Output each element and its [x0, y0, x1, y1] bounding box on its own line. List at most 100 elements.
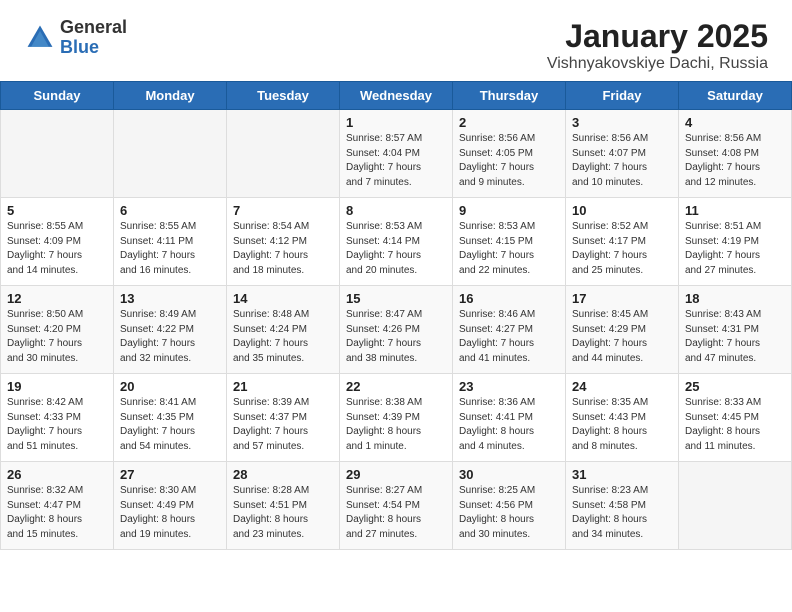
calendar-week-row: 5 Sunrise: 8:55 AM Sunset: 4:09 PM Daylig…: [1, 198, 792, 286]
calendar-cell: 23 Sunrise: 8:36 AM Sunset: 4:41 PM Dayli…: [453, 374, 566, 462]
day-info: Sunrise: 8:23 AM Sunset: 4:58 PM Dayligh…: [572, 484, 672, 542]
calendar-header-row: SundayMondayTuesdayWednesdayThursdayFrid…: [1, 82, 792, 110]
day-info: Sunrise: 8:41 AM Sunset: 4:35 PM Dayligh…: [120, 396, 220, 454]
calendar-cell: 4 Sunrise: 8:56 AM Sunset: 4:08 PM Daylig…: [679, 110, 792, 198]
day-info: Sunrise: 8:46 AM Sunset: 4:27 PM Dayligh…: [459, 308, 559, 366]
day-number: 5: [7, 203, 107, 218]
day-info: Sunrise: 8:52 AM Sunset: 4:17 PM Dayligh…: [572, 220, 672, 278]
page-header: General Blue January 2025 Vishnyakovskiy…: [0, 0, 792, 81]
day-info: Sunrise: 8:25 AM Sunset: 4:56 PM Dayligh…: [459, 484, 559, 542]
calendar-cell: 18 Sunrise: 8:43 AM Sunset: 4:31 PM Dayli…: [679, 286, 792, 374]
day-number: 12: [7, 291, 107, 306]
day-info: Sunrise: 8:55 AM Sunset: 4:11 PM Dayligh…: [120, 220, 220, 278]
calendar-cell: 12 Sunrise: 8:50 AM Sunset: 4:20 PM Dayli…: [1, 286, 114, 374]
day-info: Sunrise: 8:53 AM Sunset: 4:15 PM Dayligh…: [459, 220, 559, 278]
day-info: Sunrise: 8:39 AM Sunset: 4:37 PM Dayligh…: [233, 396, 333, 454]
logo-general-text: General: [60, 18, 127, 38]
calendar-location: Vishnyakovskiye Dachi, Russia: [547, 55, 768, 73]
calendar-cell: 30 Sunrise: 8:25 AM Sunset: 4:56 PM Dayli…: [453, 462, 566, 550]
day-number: 18: [685, 291, 785, 306]
calendar-cell: 28 Sunrise: 8:28 AM Sunset: 4:51 PM Dayli…: [227, 462, 340, 550]
title-block: January 2025 Vishnyakovskiye Dachi, Russ…: [547, 18, 768, 73]
calendar-cell: [114, 110, 227, 198]
calendar-week-row: 26 Sunrise: 8:32 AM Sunset: 4:47 PM Dayli…: [1, 462, 792, 550]
day-number: 16: [459, 291, 559, 306]
calendar-cell: 16 Sunrise: 8:46 AM Sunset: 4:27 PM Dayli…: [453, 286, 566, 374]
day-number: 11: [685, 203, 785, 218]
day-number: 4: [685, 115, 785, 130]
calendar-cell: 7 Sunrise: 8:54 AM Sunset: 4:12 PM Daylig…: [227, 198, 340, 286]
day-info: Sunrise: 8:32 AM Sunset: 4:47 PM Dayligh…: [7, 484, 107, 542]
day-info: Sunrise: 8:47 AM Sunset: 4:26 PM Dayligh…: [346, 308, 446, 366]
day-number: 13: [120, 291, 220, 306]
day-number: 26: [7, 467, 107, 482]
day-number: 15: [346, 291, 446, 306]
calendar-cell: 10 Sunrise: 8:52 AM Sunset: 4:17 PM Dayli…: [566, 198, 679, 286]
calendar-cell: 2Sunrise: 8:56 AM Sunset: 4:05 PM Daylig…: [453, 110, 566, 198]
calendar-week-row: 12 Sunrise: 8:50 AM Sunset: 4:20 PM Dayli…: [1, 286, 792, 374]
logo-text: General Blue: [60, 18, 127, 58]
day-info: Sunrise: 8:51 AM Sunset: 4:19 PM Dayligh…: [685, 220, 785, 278]
calendar-cell: 25 Sunrise: 8:33 AM Sunset: 4:45 PM Dayli…: [679, 374, 792, 462]
calendar-cell: 24Sunrise: 8:35 AM Sunset: 4:43 PM Dayli…: [566, 374, 679, 462]
calendar-cell: 14Sunrise: 8:48 AM Sunset: 4:24 PM Dayli…: [227, 286, 340, 374]
calendar-cell: 21 Sunrise: 8:39 AM Sunset: 4:37 PM Dayli…: [227, 374, 340, 462]
day-number: 6: [120, 203, 220, 218]
calendar-cell: 29Sunrise: 8:27 AM Sunset: 4:54 PM Dayli…: [340, 462, 453, 550]
day-info: Sunrise: 8:36 AM Sunset: 4:41 PM Dayligh…: [459, 396, 559, 454]
day-info: Sunrise: 8:45 AM Sunset: 4:29 PM Dayligh…: [572, 308, 672, 366]
day-number: 7: [233, 203, 333, 218]
day-number: 31: [572, 467, 672, 482]
day-number: 10: [572, 203, 672, 218]
logo-icon: [24, 22, 56, 54]
day-number: 20: [120, 379, 220, 394]
logo-blue-text: Blue: [60, 38, 127, 58]
day-number: 1: [346, 115, 446, 130]
calendar-title: January 2025: [547, 18, 768, 55]
day-info: Sunrise: 8:50 AM Sunset: 4:20 PM Dayligh…: [7, 308, 107, 366]
day-info: Sunrise: 8:49 AM Sunset: 4:22 PM Dayligh…: [120, 308, 220, 366]
day-number: 14: [233, 291, 333, 306]
day-number: 25: [685, 379, 785, 394]
calendar-cell: 26 Sunrise: 8:32 AM Sunset: 4:47 PM Dayli…: [1, 462, 114, 550]
day-number: 9: [459, 203, 559, 218]
calendar-cell: 31 Sunrise: 8:23 AM Sunset: 4:58 PM Dayli…: [566, 462, 679, 550]
day-number: 28: [233, 467, 333, 482]
calendar-cell: 13 Sunrise: 8:49 AM Sunset: 4:22 PM Dayli…: [114, 286, 227, 374]
day-info: Sunrise: 8:43 AM Sunset: 4:31 PM Dayligh…: [685, 308, 785, 366]
calendar-cell: [679, 462, 792, 550]
day-number: 30: [459, 467, 559, 482]
weekday-header: Wednesday: [340, 82, 453, 110]
calendar-cell: 8Sunrise: 8:53 AM Sunset: 4:14 PM Daylig…: [340, 198, 453, 286]
day-info: Sunrise: 8:42 AM Sunset: 4:33 PM Dayligh…: [7, 396, 107, 454]
weekday-header: Friday: [566, 82, 679, 110]
day-info: Sunrise: 8:28 AM Sunset: 4:51 PM Dayligh…: [233, 484, 333, 542]
calendar-week-row: 19 Sunrise: 8:42 AM Sunset: 4:33 PM Dayli…: [1, 374, 792, 462]
day-info: Sunrise: 8:38 AM Sunset: 4:39 PM Dayligh…: [346, 396, 446, 454]
day-info: Sunrise: 8:54 AM Sunset: 4:12 PM Dayligh…: [233, 220, 333, 278]
calendar-cell: 6 Sunrise: 8:55 AM Sunset: 4:11 PM Daylig…: [114, 198, 227, 286]
weekday-header: Sunday: [1, 82, 114, 110]
day-number: 29: [346, 467, 446, 482]
day-info: Sunrise: 8:55 AM Sunset: 4:09 PM Dayligh…: [7, 220, 107, 278]
calendar-cell: 27Sunrise: 8:30 AM Sunset: 4:49 PM Dayli…: [114, 462, 227, 550]
calendar-week-row: 1Sunrise: 8:57 AM Sunset: 4:04 PM Daylig…: [1, 110, 792, 198]
calendar-cell: [1, 110, 114, 198]
day-number: 8: [346, 203, 446, 218]
day-number: 19: [7, 379, 107, 394]
calendar-cell: 5 Sunrise: 8:55 AM Sunset: 4:09 PM Daylig…: [1, 198, 114, 286]
day-number: 24: [572, 379, 672, 394]
day-number: 23: [459, 379, 559, 394]
calendar-cell: 17Sunrise: 8:45 AM Sunset: 4:29 PM Dayli…: [566, 286, 679, 374]
calendar-cell: 1Sunrise: 8:57 AM Sunset: 4:04 PM Daylig…: [340, 110, 453, 198]
calendar-table: SundayMondayTuesdayWednesdayThursdayFrid…: [0, 81, 792, 550]
day-info: Sunrise: 8:33 AM Sunset: 4:45 PM Dayligh…: [685, 396, 785, 454]
calendar-cell: [227, 110, 340, 198]
day-info: Sunrise: 8:56 AM Sunset: 4:08 PM Dayligh…: [685, 132, 785, 190]
day-number: 21: [233, 379, 333, 394]
day-info: Sunrise: 8:56 AM Sunset: 4:07 PM Dayligh…: [572, 132, 672, 190]
weekday-header: Thursday: [453, 82, 566, 110]
day-number: 3: [572, 115, 672, 130]
day-number: 2: [459, 115, 559, 130]
weekday-header: Monday: [114, 82, 227, 110]
